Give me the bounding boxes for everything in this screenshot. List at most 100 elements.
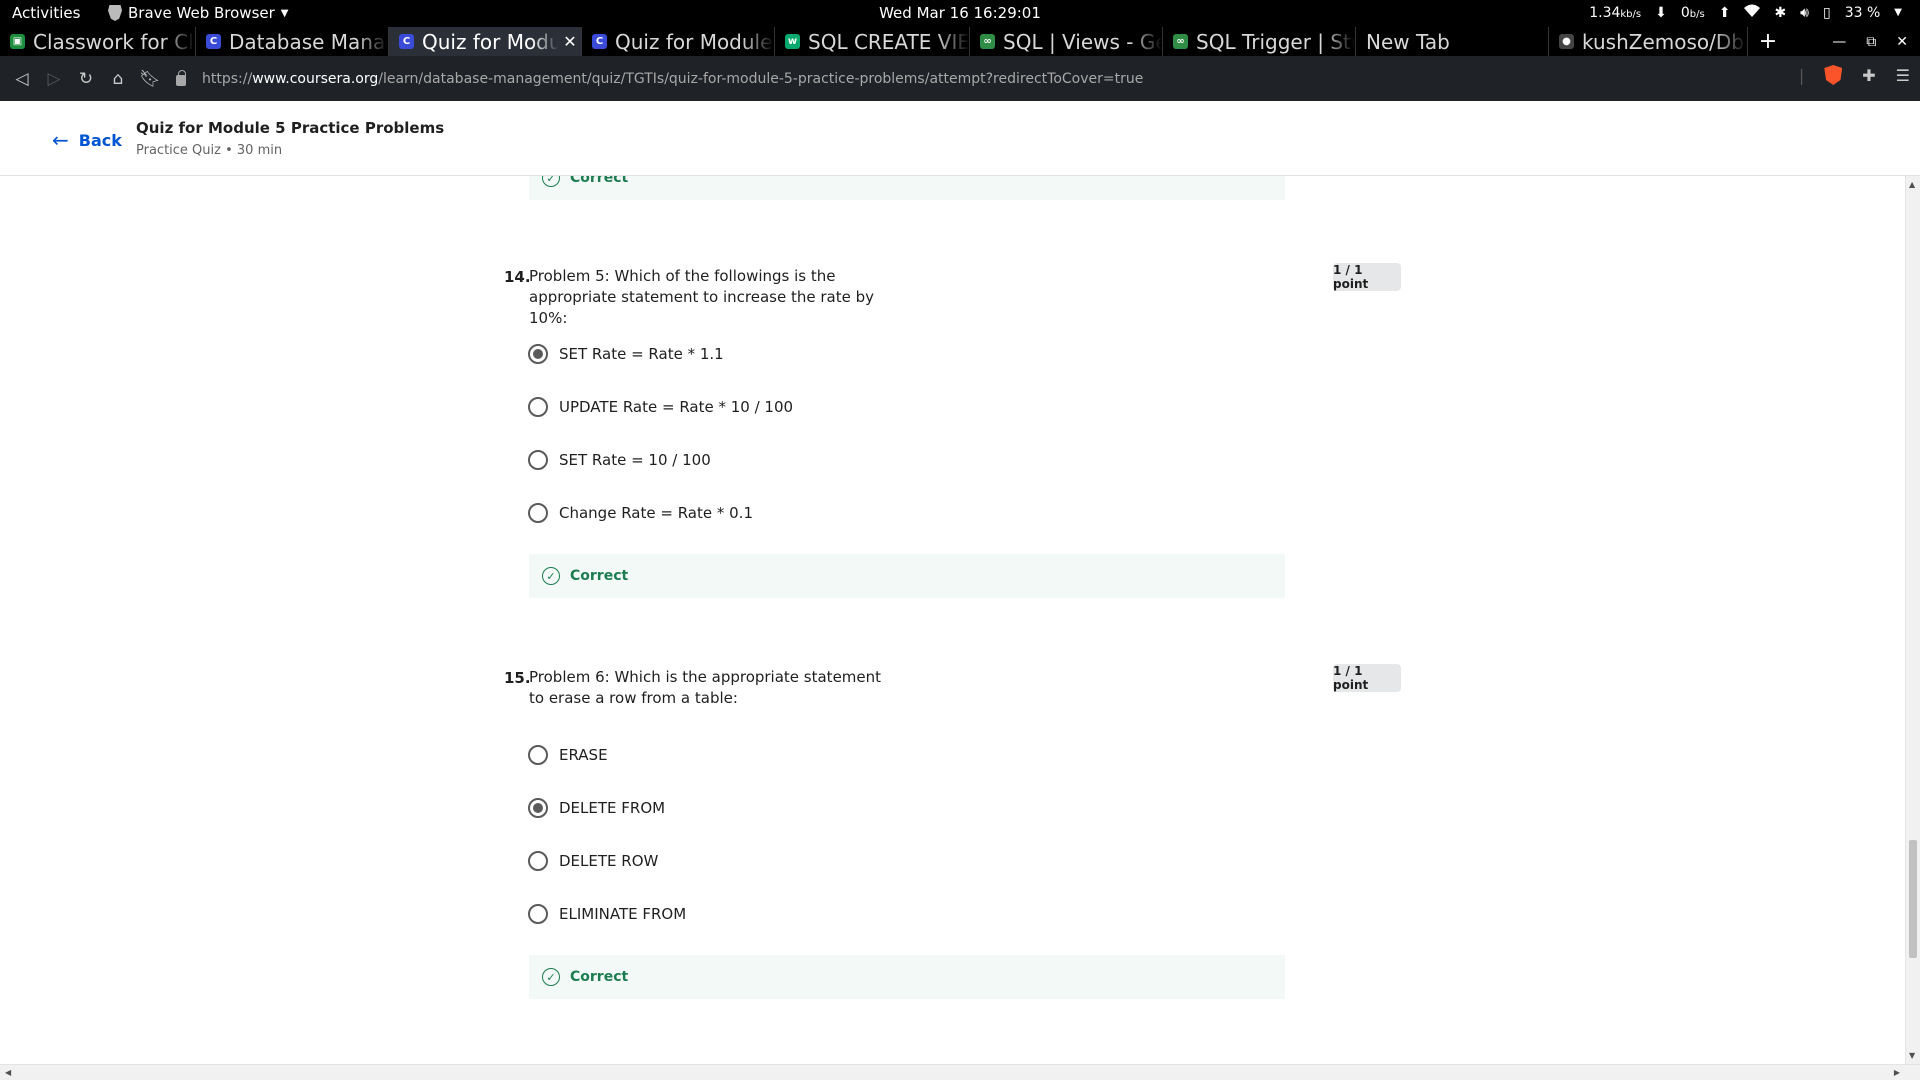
tab-title: New Tab [1366, 29, 1450, 54]
answer-option[interactable]: ERASE [528, 745, 608, 765]
option-label: SET Rate = Rate * 1.1 [559, 345, 724, 363]
coursera-icon: C [206, 34, 221, 49]
quiz-subtitle: Practice Quiz • 30 min [136, 143, 283, 158]
option-label: ERASE [559, 746, 608, 764]
tab-title: Quiz for Module 5 [422, 29, 559, 54]
scroll-right-icon[interactable]: ▶ [1894, 1068, 1900, 1077]
window-controls: — ⧉ ✕ [1832, 27, 1920, 56]
browser-tab[interactable]: w SQL CREATE VIEW [775, 27, 970, 56]
upload-arrow-icon: ⬆ [1718, 4, 1731, 21]
github-icon: ● [1559, 34, 1574, 49]
close-window-icon[interactable]: ✕ [1896, 34, 1908, 50]
bookmark-icon[interactable]: 🔖︎ [134, 69, 166, 89]
radio-button[interactable] [528, 904, 548, 924]
horizontal-scrollbar[interactable]: ◀ ▶ [0, 1064, 1920, 1080]
tab-title: Classwork for Class [33, 29, 195, 54]
new-tab-button[interactable]: + [1748, 27, 1788, 56]
radio-button[interactable] [528, 745, 548, 765]
radio-button[interactable] [528, 798, 548, 818]
chevron-down-icon: ▼ [1894, 7, 1902, 18]
option-label: DELETE FROM [559, 799, 666, 817]
browser-tab[interactable]: New Tab [1356, 27, 1549, 56]
divider: | [1798, 65, 1805, 85]
check-circle-icon: ✓ [542, 176, 560, 187]
system-tray[interactable]: 1.34kb/s ⬇ 0b/s ⬆ ✱ 🔊︎ ▯ 33 % ▼ [1589, 4, 1902, 21]
radio-button[interactable] [528, 344, 548, 364]
wifi-icon [1744, 4, 1761, 21]
lock-icon[interactable] [176, 70, 186, 86]
feedback-label: Correct [570, 969, 629, 985]
vertical-scrollbar[interactable]: ▲ ▼ [1905, 176, 1920, 1064]
question-text: Problem 6: Which is the appropriate stat… [529, 668, 882, 707]
w3schools-icon: w [785, 34, 800, 49]
tab-title: SQL | Views - GeeksforGeeks [1003, 29, 1162, 54]
battery-percent: 33 % [1844, 4, 1881, 21]
download-arrow-icon: ⬇ [1655, 4, 1667, 21]
menu-icon[interactable]: ☰ [1896, 66, 1910, 85]
url-host: www.coursera.org [252, 70, 379, 87]
answer-option[interactable]: DELETE FROM [528, 798, 665, 818]
app-menu[interactable]: Brave Web Browser ▼ [108, 4, 288, 22]
restore-icon[interactable]: ⧉ [1866, 34, 1876, 50]
radio-button[interactable] [528, 450, 548, 470]
scrollbar-thumb[interactable] [1909, 840, 1917, 958]
scroll-down-icon[interactable]: ▼ [1909, 1051, 1915, 1060]
bluetooth-icon: ✱ [1774, 4, 1787, 21]
brave-shields-icon[interactable] [1824, 65, 1843, 85]
coursera-icon: C [592, 34, 607, 49]
answer-option[interactable]: ELIMINATE FROM [528, 904, 686, 924]
net-download-speed: 1.34kb/s [1589, 4, 1642, 21]
feedback-label: Correct [570, 568, 629, 584]
question-number: 14. [504, 268, 531, 286]
classroom-icon: ▣ [10, 34, 25, 49]
quiz-title: Quiz for Module 5 Practice Problems [136, 119, 445, 137]
address-bar[interactable]: https://www.coursera.org/learn/database-… [176, 63, 1802, 94]
system-top-bar: Activities Brave Web Browser ▼ Wed Mar 1… [0, 0, 1920, 27]
reload-icon[interactable]: ↻ [70, 69, 102, 89]
back-link[interactable]: ← Back [52, 128, 122, 152]
radio-button[interactable] [528, 851, 548, 871]
answer-option[interactable]: SET Rate = 10 / 100 [528, 450, 711, 470]
geeksforgeeks-icon: ∞ [1173, 34, 1188, 49]
previous-feedback: ✓ Correct [529, 176, 1285, 200]
app-name: Brave Web Browser [128, 4, 275, 22]
browser-tab[interactable]: C Database Management [196, 27, 389, 56]
activities-button[interactable]: Activities [12, 4, 80, 22]
check-circle-icon: ✓ [542, 968, 560, 986]
home-icon[interactable]: ⌂ [102, 69, 134, 89]
tab-title: kushZemoso/Dbms [1582, 29, 1747, 54]
browser-tab[interactable]: ● kushZemoso/Dbms [1549, 27, 1748, 56]
net-upload-speed: 0b/s [1680, 4, 1705, 21]
option-label: UPDATE Rate = Rate * 10 / 100 [559, 398, 794, 416]
back-arrow-icon: ← [52, 128, 69, 152]
browser-tab[interactable]: C Quiz for Module 5✕ [389, 27, 582, 56]
radio-button[interactable] [528, 503, 548, 523]
tab-title: SQL Trigger | Studytonight [1196, 29, 1355, 54]
url-path: /learn/database-management/quiz/TGTIs/qu… [378, 70, 1144, 87]
option-label: ELIMINATE FROM [559, 905, 687, 923]
browser-tab[interactable]: ∞ SQL Trigger | Studytonight [1163, 27, 1356, 56]
forward-arrow-icon[interactable]: ▷ [38, 69, 70, 89]
answer-option[interactable]: Change Rate = Rate * 0.1 [528, 503, 753, 523]
geeksforgeeks-icon: ∞ [980, 34, 995, 49]
answer-option[interactable]: UPDATE Rate = Rate * 10 / 100 [528, 397, 793, 417]
extensions-icon[interactable]: ✚ [1862, 66, 1875, 85]
tab-strip: ▣ Classwork for Class C Database Management… [0, 27, 1920, 56]
browser-tab[interactable]: ∞ SQL | Views - GeeksforGeeks [970, 27, 1163, 56]
answer-option[interactable]: DELETE ROW [528, 851, 658, 871]
option-label: SET Rate = 10 / 100 [559, 451, 711, 469]
minimize-icon[interactable]: — [1832, 34, 1846, 50]
browser-tab[interactable]: ▣ Classwork for Class [0, 27, 196, 56]
close-tab-icon[interactable]: ✕ [559, 32, 581, 51]
brave-icon [108, 5, 122, 21]
back-arrow-icon[interactable]: ◁ [6, 69, 38, 89]
feedback-banner: ✓ Correct [529, 554, 1285, 598]
radio-button[interactable] [528, 397, 548, 417]
chevron-down-icon: ▼ [280, 7, 289, 19]
answer-option[interactable]: SET Rate = Rate * 1.1 [528, 344, 724, 364]
scroll-up-icon[interactable]: ▲ [1909, 180, 1915, 189]
battery-icon: ▯ [1823, 4, 1831, 21]
browser-tab[interactable]: C Quiz for Module 5 [582, 27, 775, 56]
scroll-left-icon[interactable]: ◀ [5, 1068, 11, 1077]
quiz-header: ← Back Quiz for Module 5 Practice Proble… [0, 101, 1920, 176]
